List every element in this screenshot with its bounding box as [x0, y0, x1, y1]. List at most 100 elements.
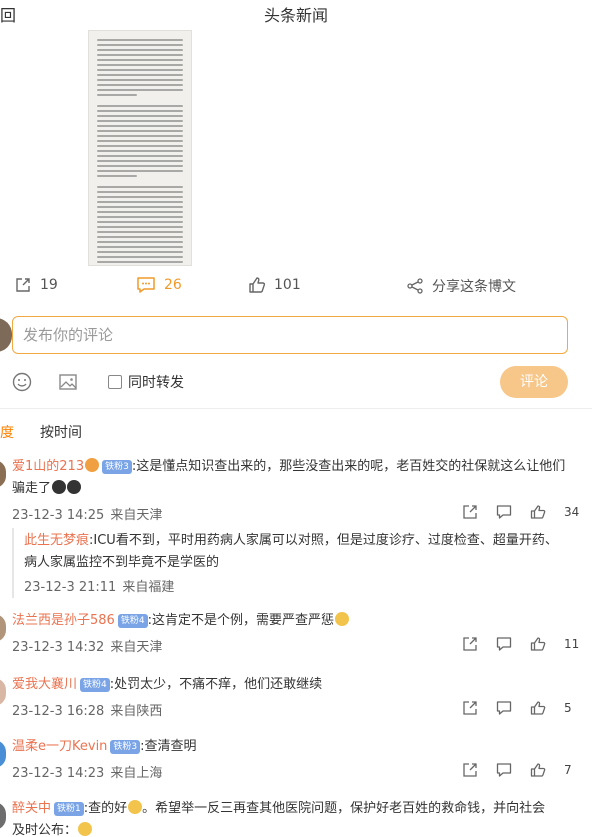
document-text-line	[97, 191, 183, 193]
comment-username[interactable]: 温柔e一刀Kevin	[12, 739, 107, 754]
share-icon	[407, 278, 423, 294]
page-title: 头条新闻	[263, 6, 328, 25]
document-text-line	[97, 246, 183, 248]
repost-icon[interactable]	[462, 762, 478, 778]
reply-body: :ICU看不到，平时用药病人家属可以对照，但是过度诊疗、过度检查、超量开药、病人…	[24, 533, 558, 570]
reply-icon[interactable]	[496, 762, 512, 778]
like-icon	[249, 277, 266, 293]
comment-time: 23-12-3 14:25	[12, 508, 105, 523]
document-text-line	[97, 135, 183, 137]
comment-text: 爱1山的213 铁粉3:这是懂点知识查出来的，那些没查出来的呢，老百姓交的社保就这…	[12, 456, 574, 500]
top-bar: 回 头条新闻	[0, 0, 592, 28]
like-action[interactable]: 101	[248, 276, 301, 294]
comment-username[interactable]: 爱1山的213	[12, 459, 84, 474]
reply-icon[interactable]	[496, 700, 512, 716]
submit-comment-button[interactable]: 评论	[500, 366, 568, 398]
comment-meta: 23-12-3 14:32 来自天津	[12, 636, 162, 655]
share-action[interactable]: 分享这条博文	[406, 276, 516, 296]
document-text-line	[97, 105, 183, 107]
fan-badge[interactable]: 铁粉3	[110, 740, 141, 754]
document-text-line	[97, 125, 183, 127]
repost-count: 19	[40, 277, 58, 293]
composer-toolbar: 同时转发 评论	[0, 366, 592, 398]
document-text-line	[97, 54, 183, 56]
comment-actions: 11	[462, 636, 592, 654]
document-text-line	[97, 74, 183, 76]
comment-actions: 34	[462, 504, 592, 522]
tab-sort-hot[interactable]: 度	[0, 422, 14, 442]
document-text-line	[97, 89, 183, 91]
comment-username[interactable]: 法兰西是孙子586	[12, 613, 115, 628]
comment-meta: 23-12-3 14:25 来自天津	[12, 504, 162, 523]
avatar[interactable]	[0, 460, 6, 488]
comment-text: 温柔e一刀Kevin 铁粉3:查清查明	[12, 736, 574, 758]
comment-composer	[12, 316, 568, 354]
avatar[interactable]	[0, 614, 6, 642]
avatar[interactable]	[0, 802, 6, 830]
reply-meta: 23-12-3 21:11 来自福建	[24, 576, 174, 595]
repost-action[interactable]: 19	[14, 276, 58, 294]
reply-icon[interactable]	[496, 636, 512, 652]
fan-badge[interactable]: 铁粉4	[80, 678, 110, 692]
avatar[interactable]	[0, 740, 6, 768]
document-text-line	[97, 251, 183, 253]
document-text-line	[97, 196, 183, 198]
document-text-line	[97, 115, 183, 117]
fan-badge[interactable]: 铁粉4	[117, 614, 148, 628]
document-text-line	[97, 165, 183, 167]
document-text-line	[97, 175, 137, 177]
like-count: 34	[564, 505, 580, 519]
document-text-line	[97, 49, 183, 51]
comment-username[interactable]: 爱我大襄川	[12, 677, 77, 692]
emoji-icon	[67, 480, 82, 494]
document-text-line	[97, 261, 183, 263]
fan-badge[interactable]: 铁粉3	[102, 460, 132, 474]
document-text-line	[97, 206, 183, 208]
comment-input[interactable]	[13, 317, 567, 353]
document-text-line	[97, 211, 183, 213]
comment-meta: 23-12-3 14:23 来自上海	[12, 762, 162, 781]
thumbs-up-emoji-icon	[128, 800, 143, 814]
comment-text: 爱我大襄川 铁粉4:处罚太少，不痛不痒，他们还敢继续	[12, 674, 574, 696]
comment-count: 26	[164, 277, 182, 293]
emoji-icon[interactable]	[12, 372, 32, 392]
like-icon[interactable]	[530, 762, 546, 778]
like-icon[interactable]	[530, 636, 546, 652]
comment-text: 醉关中 铁粉1:查的好 。希望举一反三再查其他医院问题，保护好老百姓的救命钱，并向社…	[12, 798, 574, 837]
comment-meta: 23-12-3 16:28 来自陕西	[12, 700, 162, 719]
emoji-icon	[334, 612, 349, 626]
comment-time: 23-12-3 14:32	[12, 640, 105, 655]
document-text-line	[97, 79, 183, 81]
repost-icon[interactable]	[462, 700, 478, 716]
reply-text: 此生无梦痕:ICU看不到，平时用药病人家属可以对照，但是过度诊疗、过度检查、超量…	[24, 530, 564, 574]
fan-badge[interactable]: 铁粉1	[54, 802, 84, 816]
comment-location: 来自陕西	[110, 704, 163, 719]
reply-username[interactable]: 此生无梦痕	[24, 533, 89, 548]
comment-text: 法兰西是孙子586 铁粉4:这肯定不是个例，需要严查严惩	[12, 610, 574, 632]
repost-option[interactable]: 同时转发	[108, 372, 184, 392]
like-icon[interactable]	[530, 700, 546, 716]
comment-location: 来自上海	[110, 766, 163, 781]
document-text-line	[97, 170, 183, 172]
post-document-image[interactable]	[88, 30, 192, 266]
avatar[interactable]	[0, 678, 6, 706]
document-text-line	[97, 236, 183, 238]
comment-action[interactable]: 26	[136, 276, 182, 294]
comment-location: 来自天津	[110, 508, 163, 523]
reply-icon[interactable]	[496, 504, 512, 520]
reply-location: 来自福建	[122, 580, 175, 595]
repost-checkbox[interactable]	[108, 375, 122, 389]
document-text-line	[97, 94, 137, 96]
comment-location: 来自天津	[110, 640, 163, 655]
repost-icon[interactable]	[462, 504, 478, 520]
image-icon[interactable]	[58, 372, 78, 392]
comment-username[interactable]: 醉关中	[12, 801, 51, 816]
document-text-line	[97, 216, 183, 218]
comment-actions: 7	[462, 762, 592, 780]
document-text-line	[97, 155, 183, 157]
tab-sort-time[interactable]: 按时间	[40, 422, 82, 442]
document-text-line	[97, 145, 183, 147]
like-icon[interactable]	[530, 504, 546, 520]
repost-icon[interactable]	[462, 636, 478, 652]
document-text-line	[97, 130, 183, 132]
